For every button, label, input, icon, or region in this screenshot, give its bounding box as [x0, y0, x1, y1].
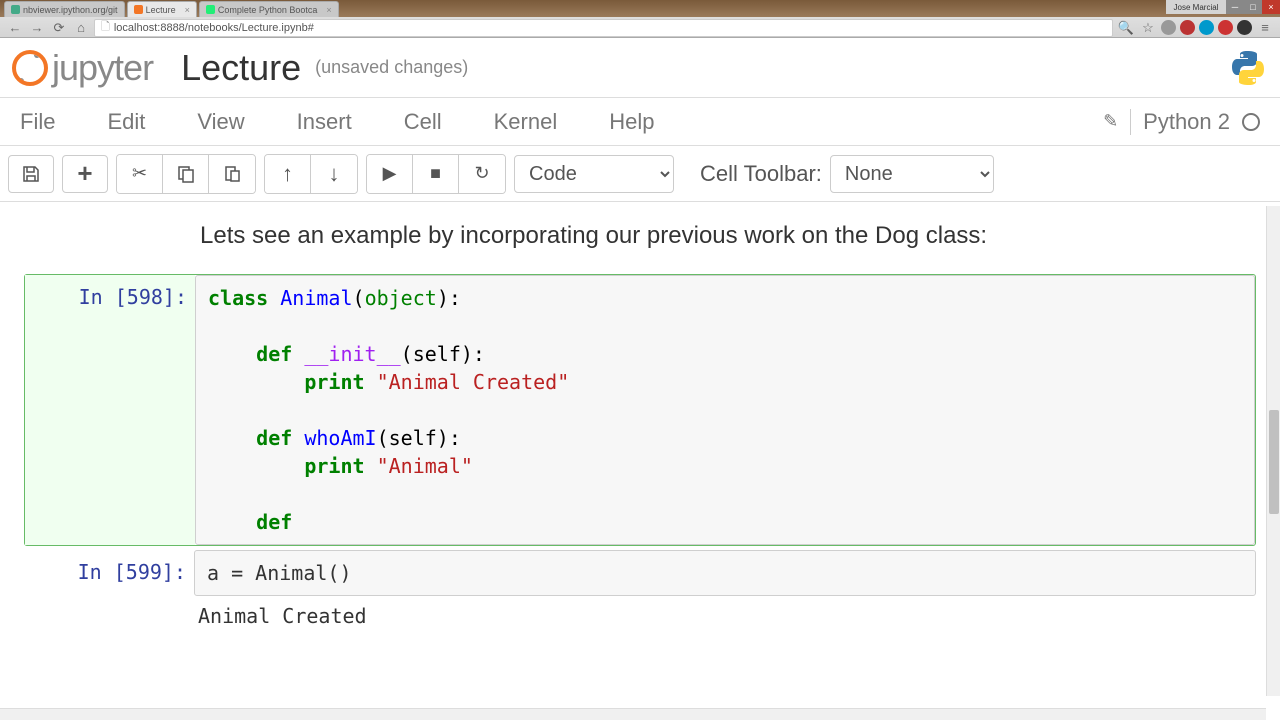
page-icon: 🗋 [101, 18, 110, 37]
kernel-name[interactable]: Python 2 [1130, 109, 1230, 135]
add-cell-button[interactable]: + [62, 155, 108, 193]
favicon-icon [11, 5, 20, 14]
scrollbar-thumb[interactable] [1269, 410, 1279, 514]
code-input[interactable]: a = Animal() [194, 550, 1256, 596]
pencil-icon[interactable]: ✎ [1103, 111, 1118, 132]
markdown-cell[interactable]: Lets see an example by incorporating our… [0, 222, 1280, 270]
window-controls: Jose Marcial ─ □ × [1166, 0, 1280, 16]
star-icon[interactable]: ☆ [1139, 19, 1157, 37]
cut-button[interactable]: ✂ [117, 155, 163, 193]
back-button[interactable]: ← [6, 19, 24, 37]
save-button[interactable] [8, 155, 54, 193]
menubar: File Edit View Insert Cell Kernel Help ✎… [0, 98, 1280, 146]
favicon-icon [206, 5, 215, 14]
browser-tab-1[interactable]: Lecture × [127, 1, 197, 17]
code-input[interactable]: class Animal(object): def __init__(self)… [195, 275, 1255, 545]
favicon-icon [134, 5, 143, 14]
input-prompt: In [599]: [24, 560, 186, 584]
forward-button[interactable]: → [28, 19, 46, 37]
move-down-button[interactable]: ↓ [311, 155, 357, 193]
scrollbar-horizontal[interactable] [0, 708, 1266, 720]
paste-button[interactable] [209, 155, 255, 193]
menu-cell[interactable]: Cell [404, 109, 442, 135]
run-button[interactable]: ▶ [367, 155, 413, 193]
toolbar: + ✂ ↑ ↓ ▶ ■ ↻ Code Cell Toolbar: None [0, 146, 1280, 202]
browser-tabs: nbviewer.ipython.org/git Lecture × Compl… [0, 0, 1280, 17]
close-button[interactable]: × [1262, 0, 1280, 14]
ext-icon-1[interactable] [1161, 20, 1176, 35]
run-group: ▶ ■ ↻ [366, 154, 506, 194]
url-bar[interactable]: 🗋 localhost:8888/notebooks/Lecture.ipynb… [94, 19, 1113, 37]
jupyter-header: jupyter Lecture (unsaved changes) [0, 38, 1280, 98]
input-prompt: In [598]: [25, 285, 187, 309]
maximize-button[interactable]: □ [1244, 0, 1262, 14]
cell-toolbar-label: Cell Toolbar: [700, 161, 822, 187]
reload-button[interactable]: ⟳ [50, 19, 68, 37]
python-logo-icon [1228, 48, 1268, 88]
restart-button[interactable]: ↻ [459, 155, 505, 193]
edit-group: ✂ [116, 154, 256, 194]
menu-insert[interactable]: Insert [297, 109, 352, 135]
save-status: (unsaved changes) [315, 57, 468, 78]
close-icon[interactable]: × [326, 5, 331, 15]
scrollbar-vertical[interactable] [1266, 206, 1280, 696]
code-cell-1[interactable]: In [599]: a = Animal() [24, 550, 1256, 596]
tab-label: Complete Python Bootca [218, 5, 318, 15]
menu-icon[interactable]: ≡ [1256, 19, 1274, 37]
ext-icon-4[interactable] [1218, 20, 1233, 35]
stop-button[interactable]: ■ [413, 155, 459, 193]
copy-button[interactable] [163, 155, 209, 193]
logo-text: jupyter [52, 47, 153, 89]
move-up-button[interactable]: ↑ [265, 155, 311, 193]
code-cell-0[interactable]: In [598]: class Animal(object): def __in… [24, 274, 1256, 546]
jupyter-logo-icon [12, 50, 48, 86]
browser-nav: ← → ⟳ ⌂ 🗋 localhost:8888/notebooks/Lectu… [0, 17, 1280, 38]
menu-kernel[interactable]: Kernel [494, 109, 558, 135]
browser-chrome: nbviewer.ipython.org/git Lecture × Compl… [0, 0, 1280, 38]
ext-icon-2[interactable] [1180, 20, 1195, 35]
cell-toolbar-select[interactable]: None [830, 155, 994, 193]
browser-tab-2[interactable]: Complete Python Bootca × [199, 1, 339, 17]
home-button[interactable]: ⌂ [72, 19, 90, 37]
menu-help[interactable]: Help [609, 109, 654, 135]
jupyter-logo[interactable]: jupyter [12, 47, 153, 89]
minimize-button[interactable]: ─ [1226, 0, 1244, 14]
notebook-area[interactable]: Lets see an example by incorporating our… [0, 202, 1280, 720]
cell-output: Animal Created [198, 604, 1256, 628]
menu-view[interactable]: View [197, 109, 244, 135]
cell-type-select[interactable]: Code [514, 155, 674, 193]
menu-file[interactable]: File [20, 109, 55, 135]
tab-label: nbviewer.ipython.org/git [23, 5, 118, 15]
move-group: ↑ ↓ [264, 154, 358, 194]
ext-icon-3[interactable] [1199, 20, 1214, 35]
url-text: localhost:8888/notebooks/Lecture.ipynb# [114, 22, 314, 34]
kernel-indicator-icon [1242, 113, 1260, 131]
user-label: Jose Marcial [1166, 0, 1226, 14]
ext-icon-5[interactable] [1237, 20, 1252, 35]
notebook-title[interactable]: Lecture [181, 47, 301, 89]
browser-tab-0[interactable]: nbviewer.ipython.org/git [4, 1, 125, 17]
menu-edit[interactable]: Edit [107, 109, 145, 135]
zoom-icon[interactable]: 🔍 [1117, 19, 1135, 37]
close-icon[interactable]: × [185, 5, 190, 15]
tab-label: Lecture [146, 5, 176, 15]
